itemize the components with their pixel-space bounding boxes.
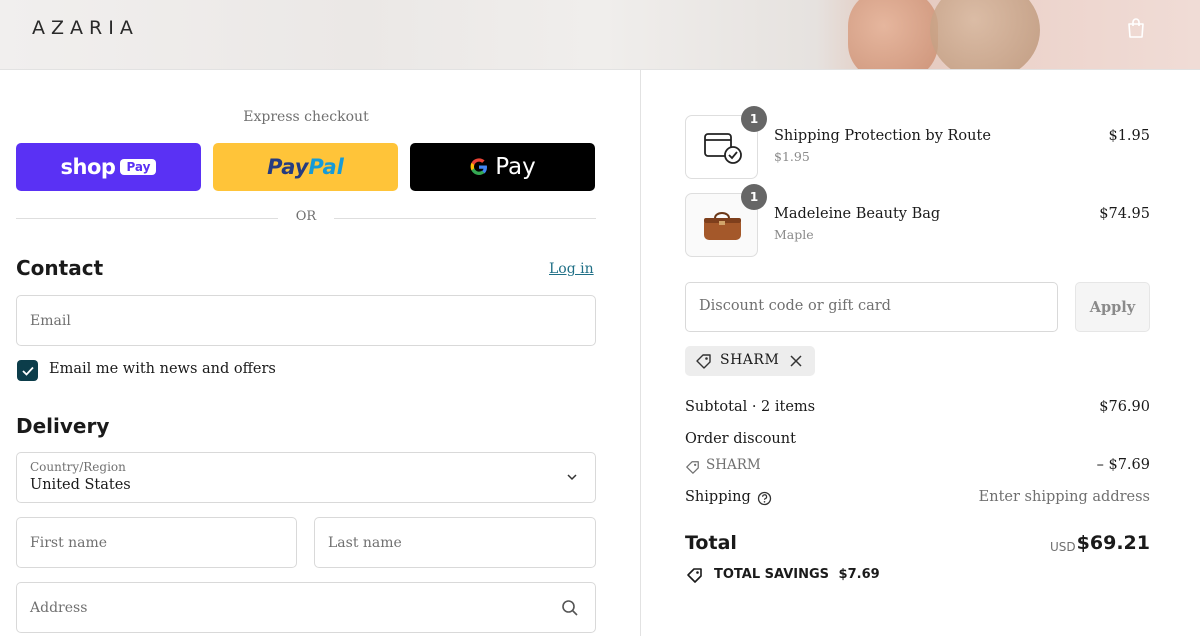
item-quantity-badge: 1 — [741, 184, 767, 210]
shopping-bag-icon[interactable] — [1125, 17, 1147, 39]
header-banner-image — [848, 0, 938, 69]
first-name-field[interactable]: First name — [16, 517, 297, 568]
last-name-placeholder: Last name — [328, 534, 402, 551]
address-field[interactable]: Address — [16, 582, 596, 633]
order-discount-code: SHARM — [706, 457, 761, 473]
total-savings-value: $7.69 — [838, 567, 880, 582]
checkmark-icon — [21, 366, 34, 376]
currency-code: USD — [1050, 540, 1076, 554]
total-savings-label: TOTAL SAVINGS — [714, 567, 830, 582]
shipping-label: Shipping — [685, 489, 751, 505]
savings-tag-icon — [687, 568, 702, 583]
item-variant: $1.95 — [774, 149, 810, 164]
item-quantity-badge: 1 — [741, 106, 767, 132]
item-price: $1.95 — [1108, 128, 1150, 144]
search-icon — [562, 600, 578, 616]
paypal-wordmark-pay: Pay — [267, 155, 309, 179]
subtotal-label: Subtotal · 2 items — [685, 399, 816, 415]
first-name-placeholder: First name — [30, 534, 108, 551]
remove-discount-icon[interactable] — [789, 354, 803, 368]
country-label: Country/Region — [30, 460, 126, 474]
email-field[interactable]: Email — [16, 295, 596, 346]
paypal-button[interactable]: Pay Pal — [213, 143, 398, 191]
total-savings: TOTAL SAVINGS $7.69 — [714, 567, 880, 582]
google-pay-label: Pay — [495, 154, 536, 180]
chevron-down-icon — [567, 474, 577, 481]
order-discount-label: Order discount — [685, 431, 796, 447]
store-header: AZARIA — [0, 0, 1200, 70]
total-value: $69.21 — [1076, 532, 1150, 554]
discount-code-input[interactable]: Discount code or gift card — [685, 282, 1058, 332]
item-price: $74.95 — [1099, 206, 1150, 222]
apply-discount-button[interactable]: Apply — [1075, 282, 1150, 332]
column-divider — [640, 70, 641, 636]
subtotal-value: $76.90 — [1099, 399, 1150, 415]
country-select[interactable]: Country/Region United States — [16, 452, 596, 503]
order-discount-value: – $7.69 — [1096, 457, 1150, 473]
total-label: Total — [685, 532, 737, 554]
item-name: Shipping Protection by Route — [774, 128, 991, 144]
help-circle-icon[interactable] — [757, 491, 772, 506]
google-g-icon — [470, 158, 488, 175]
shop-pay-button[interactable]: shop Pay — [16, 143, 201, 191]
discount-code-placeholder: Discount code or gift card — [699, 298, 891, 314]
item-name: Madeleine Beauty Bag — [774, 206, 941, 222]
paypal-wordmark-pal: Pal — [308, 155, 344, 179]
or-divider-text: OR — [295, 209, 317, 224]
express-checkout-title: Express checkout — [243, 109, 369, 125]
contact-heading: Contact — [16, 256, 104, 280]
country-value: United States — [30, 477, 131, 493]
or-divider-right — [334, 218, 596, 219]
google-pay-button[interactable]: Pay — [410, 143, 595, 191]
tag-icon — [686, 461, 699, 474]
delivery-heading: Delivery — [16, 414, 110, 438]
store-logo[interactable]: AZARIA — [32, 17, 139, 39]
shop-pay-badge: Pay — [120, 159, 157, 175]
shipping-value: Enter shipping address — [978, 489, 1150, 505]
or-divider-left — [16, 218, 278, 219]
item-variant: Maple — [774, 227, 814, 242]
shop-pay-wordmark: shop — [60, 155, 116, 179]
newsletter-checkbox[interactable] — [17, 360, 38, 381]
newsletter-label: Email me with news and offers — [49, 361, 276, 377]
applied-discount-tag: SHARM — [685, 346, 815, 376]
header-banner-image-detail — [930, 0, 1040, 69]
email-placeholder: Email — [30, 312, 71, 329]
login-link[interactable]: Log in — [549, 261, 594, 277]
last-name-field[interactable]: Last name — [314, 517, 596, 568]
address-placeholder: Address — [30, 599, 88, 616]
applied-discount-code: SHARM — [720, 352, 780, 368]
tag-icon — [696, 354, 711, 369]
